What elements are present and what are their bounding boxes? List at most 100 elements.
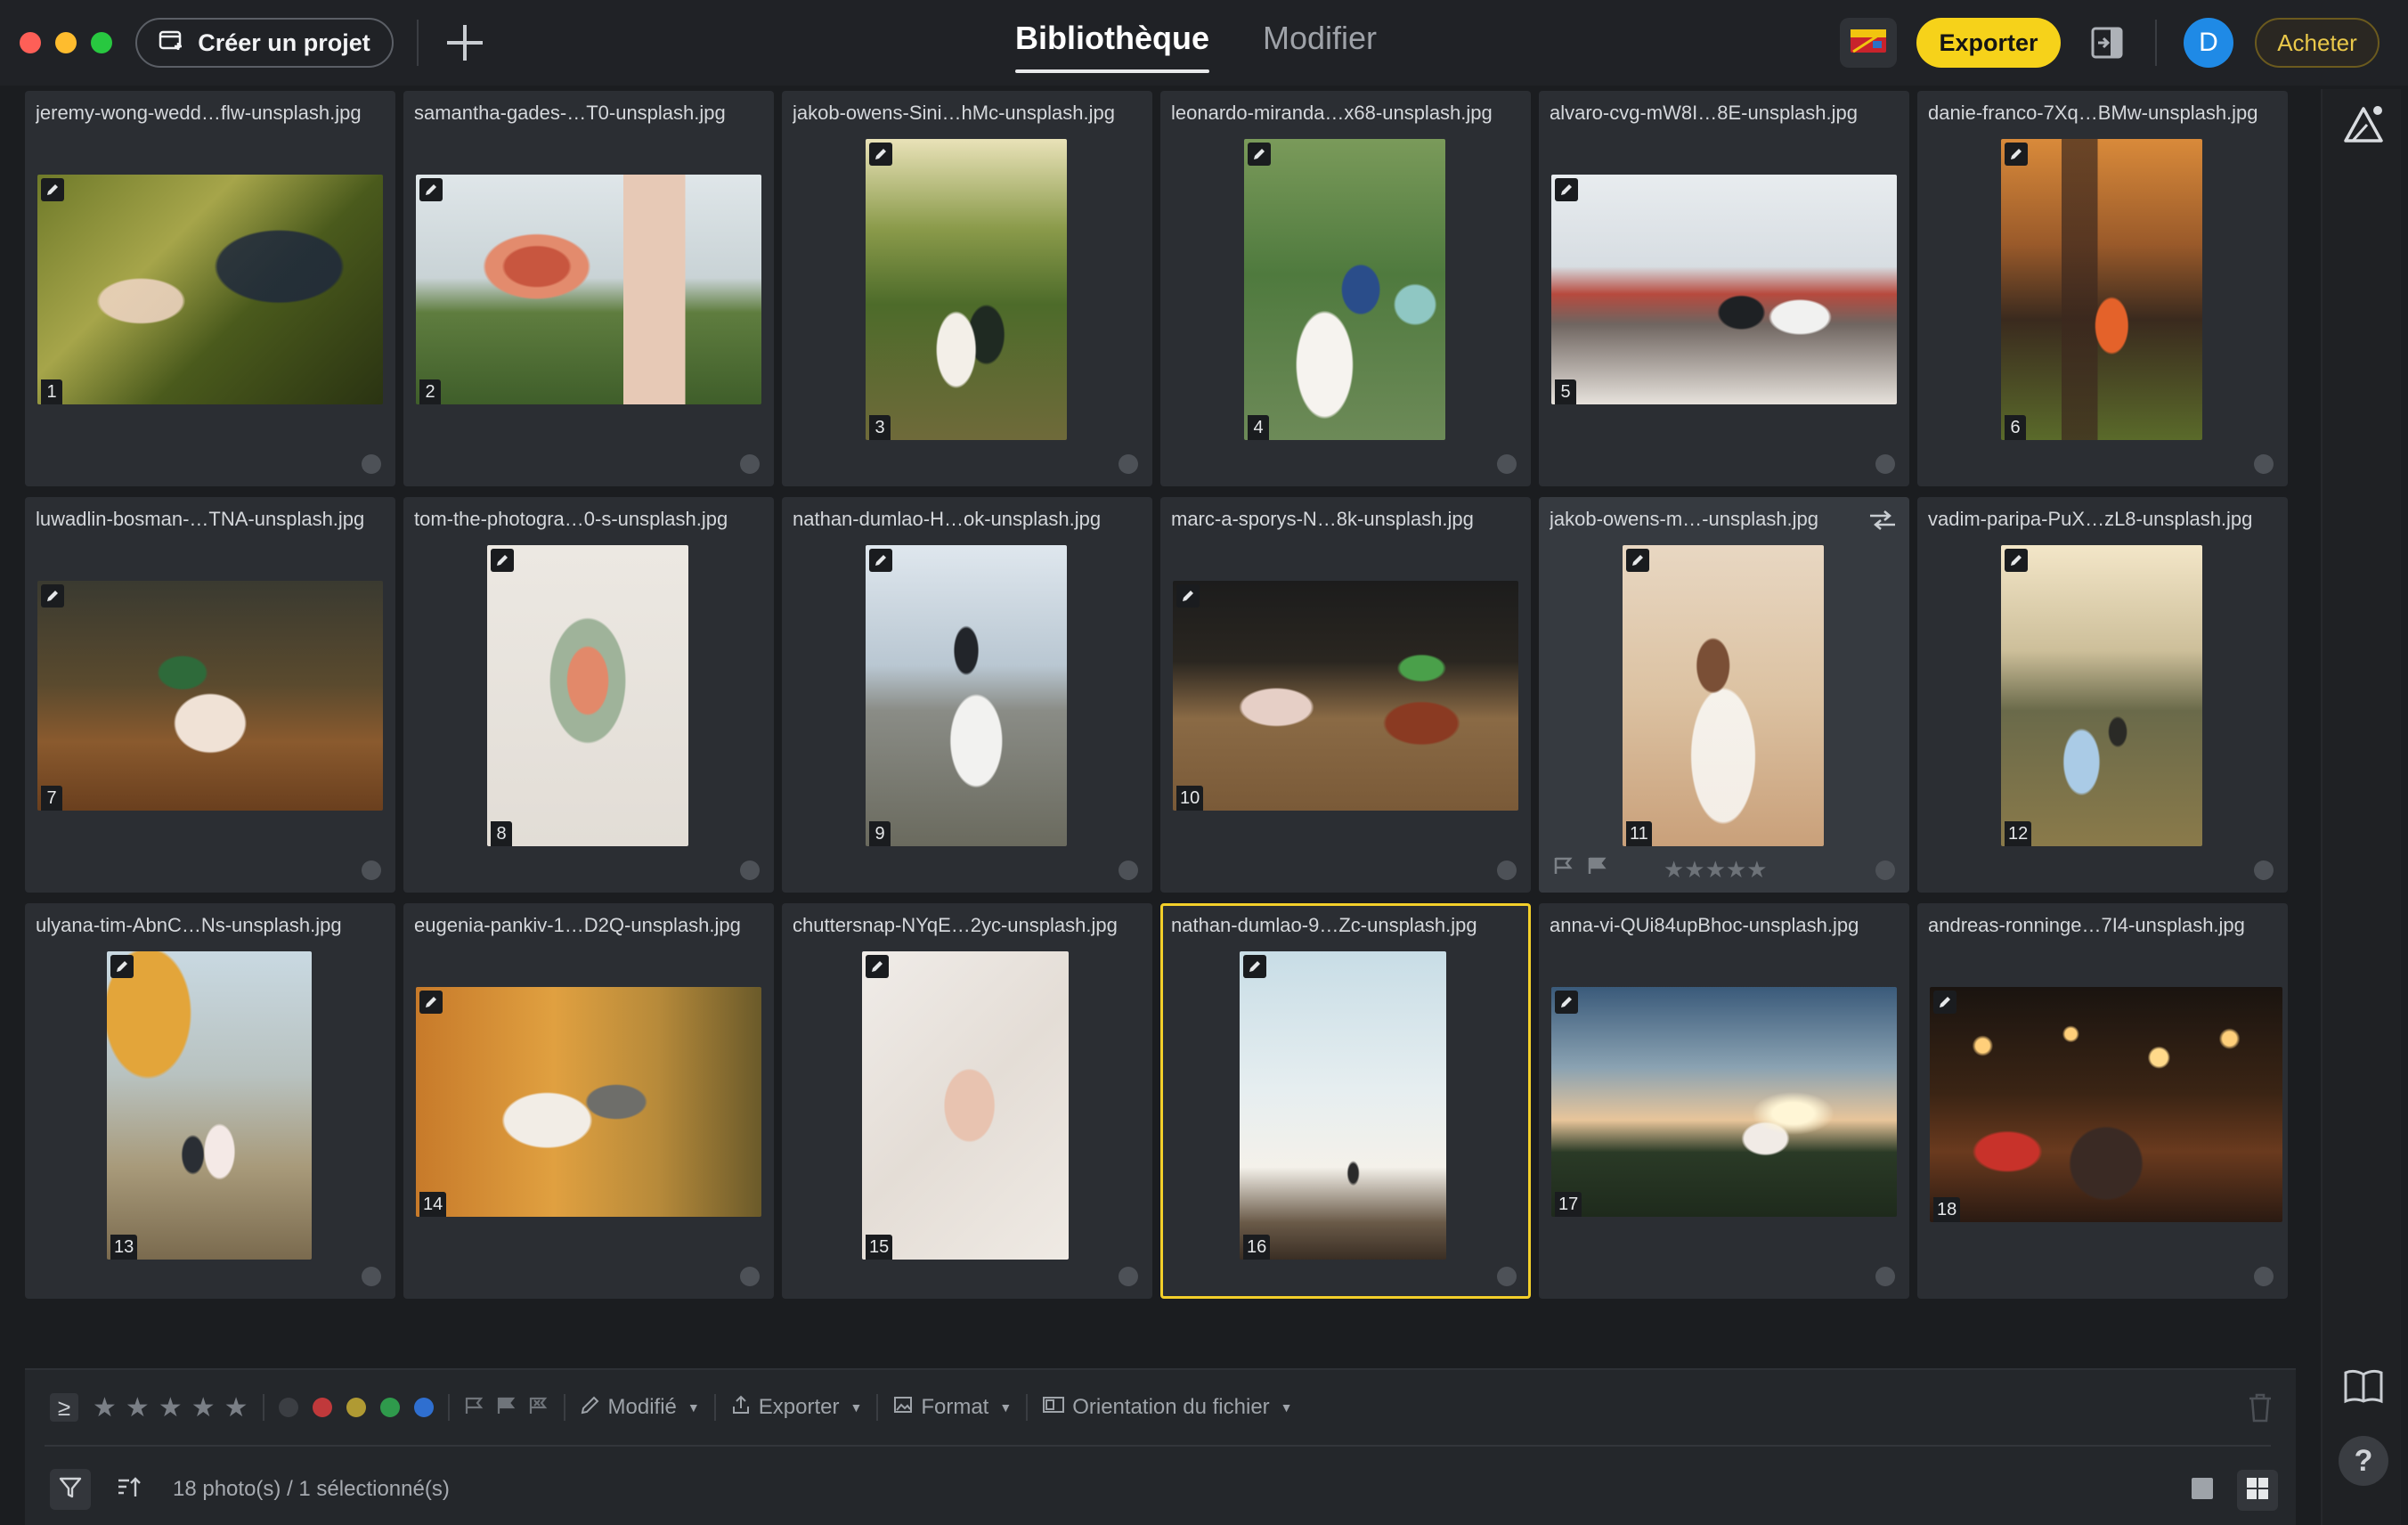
export-button[interactable]: Exporter	[1916, 18, 2061, 68]
color-filter-red[interactable]	[312, 1398, 332, 1417]
rejected-filter-icon[interactable]	[528, 1396, 549, 1420]
photo-thumbnail[interactable]: 7	[37, 581, 383, 811]
color-filter-blue[interactable]	[413, 1398, 434, 1417]
color-label-dot[interactable]	[740, 1267, 760, 1286]
color-label-dot[interactable]	[1497, 1267, 1517, 1286]
color-label-dot[interactable]	[1119, 1267, 1138, 1286]
color-label-dot[interactable]	[740, 860, 760, 880]
toggle-panel-icon[interactable]	[2091, 25, 2130, 61]
photo-thumbnail[interactable]: 11	[1623, 545, 1824, 846]
tab-library[interactable]: Bibliothèque	[1015, 20, 1209, 73]
photo-cell-selected[interactable]: nathan-dumlao-9…Zc-unsplash.jpg 16	[1160, 903, 1531, 1299]
photo-cell[interactable]: samantha-gades-…T0-unsplash.jpg 2	[403, 91, 774, 486]
photo-thumbnail[interactable]: 14	[416, 987, 761, 1217]
filter-toggle-button[interactable]	[50, 1469, 91, 1510]
reject-flag-icon[interactable]	[1587, 856, 1608, 880]
photo-cell[interactable]: jakob-owens-Sini…hMc-unsplash.jpg 3	[782, 91, 1152, 486]
photo-cell[interactable]: andreas-ronninge…7I4-unsplash.jpg 18	[1917, 903, 2288, 1299]
sort-button[interactable]	[109, 1469, 150, 1510]
buy-button[interactable]: Acheter	[2255, 18, 2380, 68]
color-label-dot[interactable]	[740, 454, 760, 474]
color-label-dot[interactable]	[1875, 454, 1895, 474]
photo-thumbnail[interactable]: 1	[37, 175, 383, 404]
color-filter-green[interactable]	[379, 1398, 400, 1417]
guide-button[interactable]	[2339, 1363, 2388, 1413]
color-filter-none[interactable]	[278, 1398, 298, 1417]
orientation-filter-dropdown[interactable]: Orientation du fichier ▼	[1042, 1394, 1293, 1422]
color-label-dot[interactable]	[1875, 860, 1895, 880]
add-icon[interactable]	[443, 21, 486, 64]
rating-operator-button[interactable]: ≥	[50, 1393, 78, 1422]
stack-icon[interactable]	[1868, 510, 1897, 531]
photo-cell[interactable]: ulyana-tim-AbnC…Ns-unsplash.jpg 13	[25, 903, 395, 1299]
photo-cell[interactable]: anna-vi-QUi84upBhoc-unsplash.jpg 17	[1539, 903, 1909, 1299]
user-avatar[interactable]: D	[2184, 18, 2233, 68]
photo-cell[interactable]: jakob-owens-m…-unsplash.jpg 11 ★★★★★	[1539, 497, 1909, 893]
trash-icon[interactable]	[2246, 1391, 2274, 1423]
photo-filename: anna-vi-QUi84upBhoc-unsplash.jpg	[1550, 914, 1859, 936]
photo-thumbnail[interactable]: 5	[1551, 175, 1897, 404]
color-label-dot[interactable]	[1119, 454, 1138, 474]
photo-thumbnail[interactable]: 4	[1244, 139, 1445, 440]
photo-cell[interactable]: alvaro-cvg-mW8I…8E-unsplash.jpg 5	[1539, 91, 1909, 486]
format-filter-dropdown[interactable]: Format ▼	[892, 1394, 1012, 1422]
rating-star-2[interactable]: ★	[126, 1392, 150, 1423]
gift-offer-button[interactable]	[1840, 18, 1897, 68]
divider	[1026, 1394, 1029, 1421]
photo-thumbnail[interactable]: 18	[1930, 987, 2282, 1222]
photo-cell[interactable]: leonardo-miranda…x68-unsplash.jpg 4	[1160, 91, 1531, 486]
pick-flag-icon[interactable]	[1553, 856, 1574, 880]
ai-enhance-button[interactable]	[2339, 102, 2388, 151]
color-label-dot[interactable]	[1875, 1267, 1895, 1286]
rating-star-3[interactable]: ★	[159, 1392, 183, 1423]
photo-cell[interactable]: jeremy-wong-wedd…flw-unsplash.jpg 1	[25, 91, 395, 486]
color-label-dot[interactable]	[1497, 860, 1517, 880]
photo-thumbnail[interactable]: 3	[866, 139, 1067, 440]
help-button[interactable]: ?	[2339, 1436, 2388, 1486]
grid-view-button[interactable]	[2237, 1470, 2278, 1511]
window-minimize-button[interactable]	[55, 32, 77, 53]
rating-star-4[interactable]: ★	[191, 1392, 216, 1423]
photo-cell[interactable]: luwadlin-bosman-…TNA-unsplash.jpg 7	[25, 497, 395, 893]
color-label-dot[interactable]	[362, 454, 381, 474]
photo-thumbnail[interactable]: 10	[1173, 581, 1518, 811]
photo-thumbnail[interactable]: 2	[416, 175, 761, 404]
window-close-button[interactable]	[20, 32, 41, 53]
photo-thumbnail[interactable]: 17	[1551, 987, 1897, 1217]
color-label-dot[interactable]	[2254, 1267, 2274, 1286]
create-project-button[interactable]: Créer un projet	[135, 18, 394, 68]
photo-thumbnail[interactable]: 6	[2001, 139, 2202, 440]
color-label-dot[interactable]	[1497, 454, 1517, 474]
color-label-dot[interactable]	[2254, 454, 2274, 474]
picked-filter-icon[interactable]	[496, 1396, 517, 1420]
photo-cell[interactable]: marc-a-sporys-N…8k-unsplash.jpg 10	[1160, 497, 1531, 893]
unflagged-filter-icon[interactable]	[464, 1396, 485, 1420]
color-label-dot[interactable]	[362, 860, 381, 880]
photo-thumbnail[interactable]: 8	[487, 545, 688, 846]
photo-thumbnail[interactable]: 12	[2001, 545, 2202, 846]
export-filter-dropdown[interactable]: Exporter ▼	[730, 1394, 862, 1422]
color-label-dot[interactable]	[1119, 860, 1138, 880]
star-rating[interactable]: ★★★★★	[1664, 856, 1768, 884]
photo-filename: jeremy-wong-wedd…flw-unsplash.jpg	[36, 102, 362, 124]
photo-thumbnail[interactable]: 15	[862, 951, 1069, 1260]
caret-icon: ▼	[999, 1400, 1013, 1415]
photo-thumbnail[interactable]: 9	[866, 545, 1067, 846]
photo-cell[interactable]: vadim-paripa-PuX…zL8-unsplash.jpg 12	[1917, 497, 2288, 893]
modified-filter-dropdown[interactable]: Modifié ▼	[580, 1394, 700, 1422]
color-label-dot[interactable]	[362, 1267, 381, 1286]
single-view-button[interactable]	[2182, 1470, 2223, 1511]
window-zoom-button[interactable]	[91, 32, 112, 53]
photo-cell[interactable]: danie-franco-7Xq…BMw-unsplash.jpg 6	[1917, 91, 2288, 486]
tab-edit[interactable]: Modifier	[1263, 20, 1377, 57]
rating-star-5[interactable]: ★	[224, 1392, 248, 1423]
photo-thumbnail[interactable]: 16	[1240, 951, 1446, 1260]
color-filter-yellow[interactable]	[346, 1398, 366, 1417]
color-label-dot[interactable]	[2254, 860, 2274, 880]
photo-cell[interactable]: chuttersnap-NYqE…2yc-unsplash.jpg 15	[782, 903, 1152, 1299]
photo-cell[interactable]: tom-the-photogra…0-s-unsplash.jpg 8	[403, 497, 774, 893]
photo-cell[interactable]: nathan-dumlao-H…ok-unsplash.jpg 9	[782, 497, 1152, 893]
photo-cell[interactable]: eugenia-pankiv-1…D2Q-unsplash.jpg 14	[403, 903, 774, 1299]
photo-thumbnail[interactable]: 13	[107, 951, 312, 1260]
rating-star-1[interactable]: ★	[93, 1392, 117, 1423]
